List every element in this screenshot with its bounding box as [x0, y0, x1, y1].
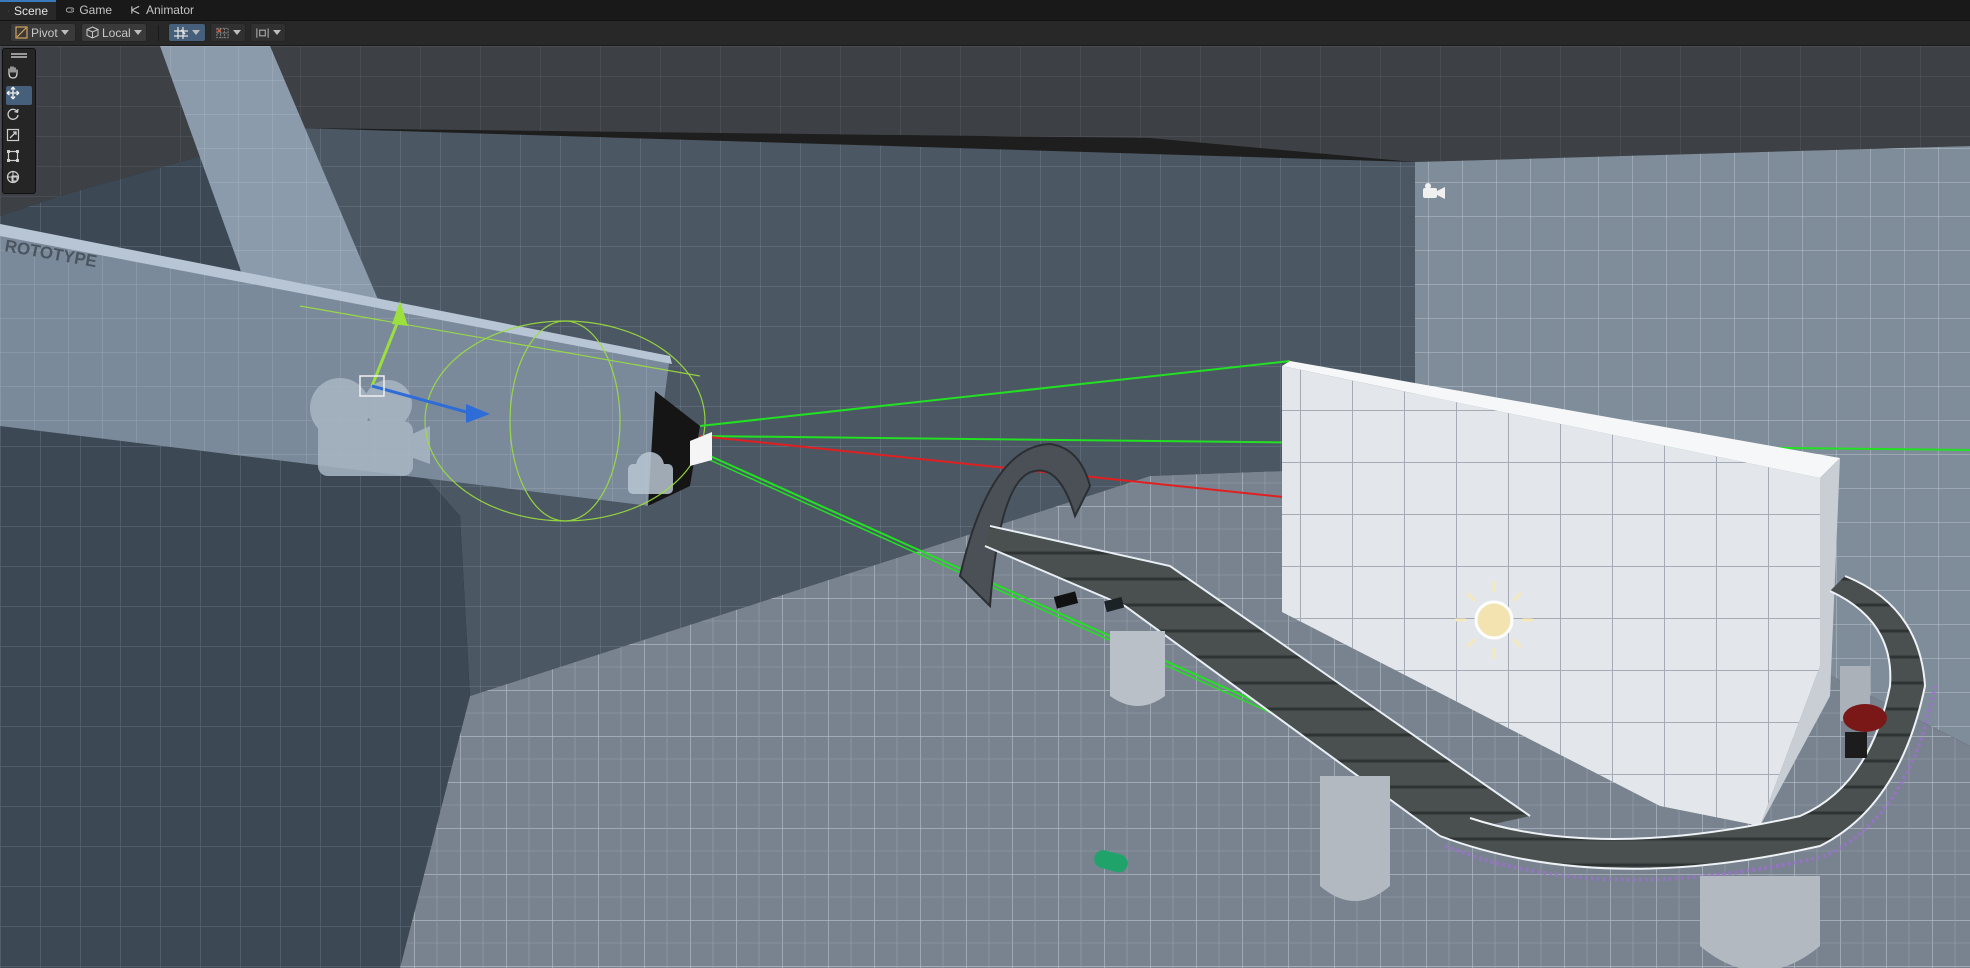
- pivot-icon: [15, 26, 28, 39]
- toolbar-divider: [158, 25, 159, 41]
- tab-label: Game: [79, 3, 112, 17]
- rotate-tool-button[interactable]: [6, 107, 32, 126]
- gamepad-icon: [66, 7, 75, 13]
- transform-tool-icon: [6, 170, 20, 184]
- snap-increment-icon: [216, 27, 229, 38]
- scene-viewport[interactable]: ROTOTYPE: [0, 46, 1970, 968]
- scene-tabbar: Scene Game Animator: [0, 0, 1970, 21]
- local-dropdown[interactable]: Local: [81, 23, 147, 42]
- pivot-label: Pivot: [31, 25, 58, 40]
- grid-icon: [8, 10, 9, 12]
- local-label: Local: [102, 25, 131, 40]
- move-tool-button[interactable]: [6, 86, 32, 105]
- tab-scene[interactable]: Scene: [0, 0, 56, 20]
- hand-tool-button[interactable]: [6, 65, 32, 84]
- move-tool-icon: [6, 86, 20, 100]
- tab-game[interactable]: Game: [58, 0, 120, 20]
- scale-tool-icon: [6, 128, 20, 142]
- hand-tool-icon: [8, 66, 18, 79]
- chevron-down-icon: [192, 30, 200, 35]
- chevron-down-icon: [60, 30, 69, 35]
- chevron-down-icon: [273, 30, 281, 35]
- tools-overlay: [2, 48, 36, 194]
- scale-tool-button[interactable]: [6, 128, 32, 147]
- tab-animator[interactable]: Animator: [122, 0, 202, 20]
- transform-tool-button[interactable]: [6, 170, 32, 189]
- tab-label: Animator: [145, 3, 194, 17]
- tab-label: Scene: [13, 4, 48, 18]
- chevron-down-icon: [233, 30, 241, 35]
- align-icon: [256, 27, 269, 38]
- scene-toolbar: Pivot Local: [0, 21, 1970, 46]
- align-dropdown[interactable]: [250, 23, 286, 42]
- rotate-tool-icon: [7, 108, 19, 120]
- scene-render: ROTOTYPE: [0, 46, 1970, 968]
- animator-icon: [131, 5, 140, 15]
- cube-icon: [86, 26, 99, 39]
- rect-tool-button[interactable]: [6, 149, 32, 168]
- overlay-grip-icon[interactable]: [11, 53, 27, 55]
- pivot-dropdown[interactable]: Pivot: [10, 23, 76, 42]
- chevron-down-icon: [133, 30, 142, 35]
- rect-tool-icon: [7, 150, 19, 162]
- increment-snap-toggle[interactable]: [210, 23, 246, 42]
- grid-snap-toggle[interactable]: [168, 23, 206, 42]
- grid-snap-icon: [174, 26, 188, 39]
